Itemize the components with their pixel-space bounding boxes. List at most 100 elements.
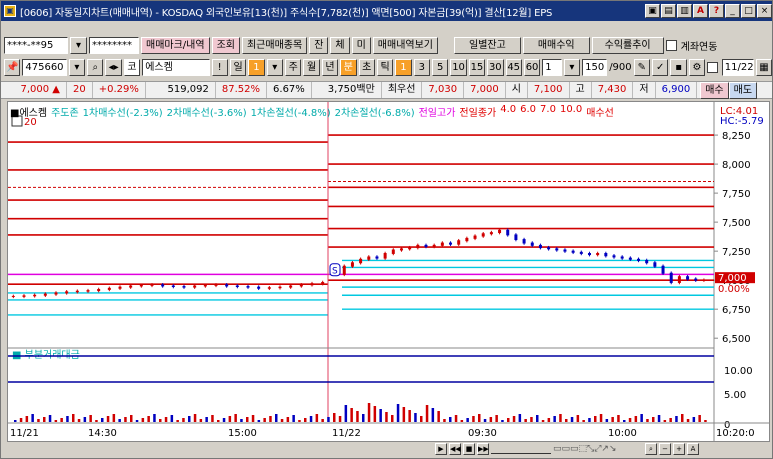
candle-body (489, 232, 493, 235)
price-chart[interactable]: 8,250 8,000 7,750 7,500 7,250 7,000 6,750 6,500… (8, 102, 769, 441)
buy-button[interactable]: 매수 (700, 81, 729, 99)
toolbar-2: 📌 475660 ▾ ⌕ ◂▸ 코 에스켐 ! 일 1 ▾ 주 월 년 분 초 … (1, 59, 773, 76)
x-tick-label: 10:00 (608, 428, 637, 439)
scroll-last-icon[interactable]: ▶▶ (477, 443, 489, 455)
candle-body (367, 256, 371, 260)
period-week[interactable]: 주 (285, 59, 302, 76)
interval-3[interactable]: 3 (413, 59, 430, 76)
interval-1[interactable]: 1 (395, 59, 412, 76)
close-button[interactable]: × (757, 4, 772, 18)
volume-bar (344, 405, 348, 422)
volume-bar (286, 417, 290, 422)
recent-trades-button[interactable]: 최근매매종목 (241, 37, 308, 54)
interval-10[interactable]: 10 (450, 59, 467, 76)
interval-15[interactable]: 15 (468, 59, 486, 76)
daily-balance-button[interactable]: 일별잔고 (454, 37, 521, 54)
query-button[interactable]: 조회 (211, 37, 240, 54)
sub-tick-label: 10.00 (724, 366, 753, 377)
volume-bar (489, 417, 493, 422)
chart-nav-bar: ▶ ◀◀ ■ ▶▶ ▭▭▭⬚⤡⤢↗↘ ⌕ − + A (7, 441, 770, 457)
alert-icon[interactable]: ! (211, 59, 228, 76)
zoom-out-icon[interactable]: − (659, 443, 671, 455)
period-day-value[interactable]: 1 (248, 59, 265, 76)
scroll-first-icon[interactable]: ◀◀ (449, 443, 461, 455)
candle-body (299, 284, 303, 287)
prev-next-icon[interactable]: ◂▸ (105, 59, 122, 76)
legend-item: 전일종가 (459, 108, 497, 119)
layout-icon-3[interactable]: ▥ (677, 4, 692, 18)
count-max: /900 (609, 62, 632, 73)
jan-button[interactable]: 잔 (309, 37, 329, 54)
volume-bar (501, 420, 504, 422)
period-month[interactable]: 월 (303, 59, 320, 76)
pin-icon[interactable]: 📌 (4, 59, 21, 76)
tool-icon-1[interactable]: ✎ (633, 59, 651, 76)
che-button[interactable]: 체 (330, 37, 350, 54)
zoom-icon[interactable]: ⌕ (645, 443, 657, 455)
volume-bar (657, 415, 661, 422)
layout-icon-2[interactable]: ▤ (661, 4, 676, 18)
count-input[interactable]: 150 (582, 59, 608, 76)
font-icon[interactable]: A (693, 4, 708, 18)
interval-45[interactable]: 45 (505, 59, 522, 76)
last-pct-label: 0.00% (718, 284, 750, 295)
volume-bar (321, 419, 324, 422)
tool-icon-2[interactable]: ✓ (652, 59, 669, 76)
volume-bar (327, 417, 330, 422)
volume-bar (524, 419, 527, 422)
maximize-button[interactable]: □ (741, 4, 756, 18)
period-second[interactable]: 초 (358, 59, 375, 76)
period-day[interactable]: 일 (229, 59, 247, 76)
x-tick-label: 15:00 (228, 428, 257, 439)
save-icon[interactable]: ▪ (670, 59, 687, 76)
password-field[interactable]: ******** (89, 37, 139, 54)
tool-icons[interactable]: ▭▭▭⬚⤡⤢↗↘ (553, 444, 643, 454)
volume-bar (681, 414, 684, 422)
return-trend-button[interactable]: 수익률추이 (591, 37, 664, 54)
price-tick-label: 7,250 (722, 247, 751, 258)
period-minute[interactable]: 분 (340, 59, 357, 76)
trade-mark-button[interactable]: 매매마크/내역 (141, 37, 210, 54)
account-link-checkbox[interactable] (665, 40, 677, 51)
interval-30[interactable]: 30 (487, 59, 504, 76)
account-dropdown[interactable]: ▾ (70, 37, 87, 54)
search-icon[interactable]: ⌕ (87, 59, 104, 76)
zoom-slider[interactable] (491, 444, 551, 454)
x-tick-label: 14:30 (88, 428, 117, 439)
candle-body (214, 284, 218, 286)
settings-icon[interactable]: ⚙ (688, 59, 706, 76)
volume-bar (257, 420, 261, 422)
layout-icon-1[interactable]: ▣ (645, 4, 660, 18)
candle-body (383, 253, 387, 259)
interval-dropdown[interactable]: ▾ (563, 59, 581, 76)
zoom-in-icon[interactable]: + (673, 443, 685, 455)
period-tick[interactable]: 틱 (376, 59, 394, 76)
minimize-button[interactable]: _ (725, 4, 740, 18)
mi-button[interactable]: 미 (351, 37, 371, 54)
volume-bar (698, 415, 701, 422)
font-size-icon[interactable]: A (687, 443, 699, 455)
chart-area[interactable]: 8,250 8,000 7,750 7,500 7,250 7,000 6,750 6,500… (7, 101, 770, 442)
period-year[interactable]: 년 (321, 59, 339, 76)
date-checkbox[interactable] (707, 62, 718, 73)
volume-bar (414, 413, 417, 422)
stop-icon[interactable]: ■ (463, 443, 475, 455)
candle-body (342, 265, 346, 275)
scroll-right-icon[interactable]: ▶ (435, 443, 447, 455)
help-icon[interactable]: ? (709, 4, 724, 18)
date-field[interactable]: 11/22 (721, 59, 754, 76)
code-dropdown[interactable]: ▾ (68, 59, 86, 76)
stock-code-input[interactable]: 475660 (22, 59, 67, 76)
trade-profit-button[interactable]: 매매수익 (522, 37, 590, 54)
account-field[interactable]: ****-**95 (4, 37, 68, 54)
sell-button[interactable]: 매도 (728, 81, 758, 99)
trade-history-button[interactable]: 매매내역보기 (372, 37, 438, 54)
interval-input[interactable]: 1 (542, 59, 562, 76)
volume-bar (25, 416, 29, 422)
period-dropdown[interactable]: ▾ (266, 59, 283, 76)
calendar-icon[interactable]: ▦ (755, 59, 773, 76)
candle-body (22, 295, 26, 297)
interval-5[interactable]: 5 (432, 59, 449, 76)
volume-bar (269, 416, 272, 422)
interval-60[interactable]: 60 (523, 59, 541, 76)
